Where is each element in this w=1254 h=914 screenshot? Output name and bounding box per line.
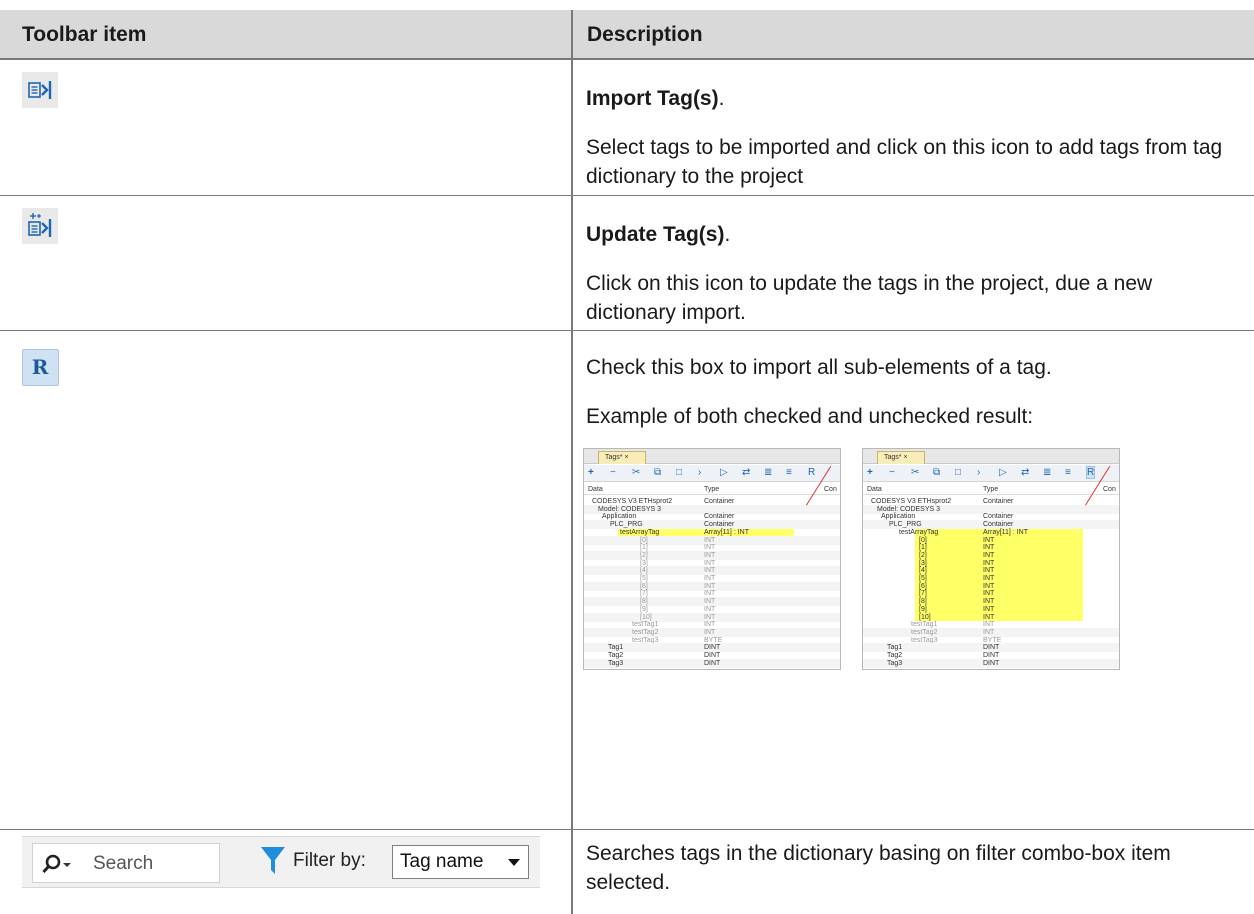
update-tags-title: Update Tag(s). [586, 223, 731, 246]
mini-toolbar-button[interactable]: + [588, 467, 594, 478]
mini-toolbar-button[interactable]: ≡ [1065, 467, 1071, 478]
tab-strip: Tags* × [584, 449, 840, 464]
mini-toolbar: + − ✂ ⧉ □ › ▷ ⇄ ≣ ≡ R [584, 465, 840, 482]
tree-row[interactable]: Tag3 DINT [584, 658, 840, 668]
chevron-down-icon[interactable] [508, 859, 520, 866]
col-data: Data [588, 486, 603, 493]
col-data: Data [867, 486, 882, 493]
filter-icon [261, 847, 285, 874]
recursive-letter: R [31, 355, 49, 379]
mini-toolbar-button[interactable]: + [867, 467, 873, 478]
mini-toolbar-button[interactable]: ⧉ [933, 467, 940, 478]
recursive-line2: Example of both checked and unchecked re… [586, 405, 1034, 428]
mini-toolbar-button[interactable]: › [977, 467, 980, 478]
mini-toolbar-button[interactable]: ⇄ [1021, 467, 1029, 478]
col-con: Con [1103, 486, 1116, 493]
update-tags-icon[interactable] [22, 208, 58, 244]
checked-example-screenshot: Tags* × + − ✂ ⧉ □ › ▷ ⇄ ≣ ≡ R Data Type Con CODESYS V3 … [862, 448, 1120, 670]
row-divider [0, 195, 1254, 196]
mini-toolbar-button[interactable]: ≣ [1043, 467, 1051, 478]
mini-column-header: Data Type Con [863, 485, 1119, 495]
tab-strip: Tags* × [863, 449, 1119, 464]
table-header: Toolbar item Description [0, 10, 1254, 60]
mini-toolbar-button[interactable]: □ [955, 467, 961, 478]
search-toolbar: Search Filter by: Tag name [22, 836, 540, 888]
import-tags-description: Select tags to be imported and click on … [586, 136, 1223, 188]
mini-toolbar: + − ✂ ⧉ □ › ▷ ⇄ ≣ ≡ R [863, 465, 1119, 482]
filter-label: Filter by: [293, 850, 366, 871]
mini-toolbar-button[interactable]: □ [676, 467, 682, 478]
recursive-import-icon[interactable]: R [22, 349, 59, 386]
search-description: Searches tags in the dictionary basing o… [586, 842, 1171, 894]
row-divider [0, 829, 1254, 830]
header-toolbar-item: Toolbar item [22, 23, 147, 46]
unchecked-example-screenshot: Tags* × + − ✂ ⧉ □ › ▷ ⇄ ≣ ≡ R Data Type Con CODESYS V3 … [583, 448, 841, 670]
header-description: Description [587, 23, 703, 46]
tab-label: Tags* × [884, 454, 908, 461]
mini-toolbar-button[interactable]: ✂ [632, 467, 640, 478]
col-type: Type [704, 486, 720, 493]
mini-toolbar-button[interactable]: − [889, 467, 895, 478]
search-placeholder: Search [93, 853, 154, 874]
tree-row-type: DINT [983, 659, 1000, 667]
column-divider [571, 10, 573, 914]
tab-label: Tags* × [605, 454, 629, 461]
mini-toolbar-button[interactable]: › [698, 467, 701, 478]
recursive-line1: Check this box to import all sub-element… [586, 356, 1052, 379]
filter-selected-value: Tag name [400, 851, 484, 872]
tree-row-name: Tag3 [887, 659, 903, 667]
tree-row[interactable]: Tag3 DINT [863, 658, 1119, 668]
import-tags-title: Import Tag(s). [586, 87, 725, 110]
col-type: Type [983, 486, 999, 493]
mini-column-header: Data Type Con [584, 485, 840, 495]
mini-toolbar-button[interactable]: ✂ [911, 467, 919, 478]
search-input[interactable]: Search [32, 843, 220, 883]
mini-toolbar-button[interactable]: ▷ [999, 467, 1007, 478]
mini-toolbar-button[interactable]: ≡ [786, 467, 792, 478]
mini-toolbar-button[interactable]: R [808, 467, 815, 478]
update-tags-description: Click on this icon to update the tags in… [586, 272, 1153, 324]
mini-toolbar-button[interactable]: ⧉ [654, 467, 661, 478]
search-icon [42, 854, 71, 874]
tree-row-name: Tag3 [608, 659, 624, 667]
mini-toolbar-button[interactable]: ▷ [720, 467, 728, 478]
tab-tags[interactable]: Tags* × [877, 451, 925, 464]
mini-toolbar-button[interactable]: ⇄ [742, 467, 750, 478]
mini-toolbar-button[interactable]: ≣ [764, 467, 772, 478]
import-tags-icon[interactable] [22, 72, 58, 108]
mini-toolbar-button[interactable]: − [610, 467, 616, 478]
col-con: Con [824, 486, 837, 493]
tab-tags[interactable]: Tags* × [598, 451, 646, 464]
mini-toolbar-button[interactable]: R [1085, 466, 1096, 479]
row-divider [0, 330, 1254, 331]
filter-combobox[interactable]: Tag name [392, 845, 529, 879]
tree-row-type: DINT [704, 659, 721, 667]
